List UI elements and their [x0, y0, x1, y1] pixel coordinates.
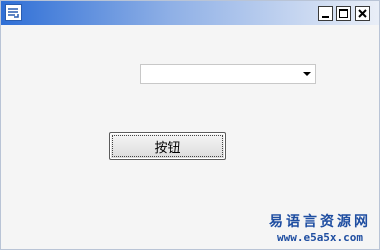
- action-button[interactable]: 按钮: [109, 132, 226, 160]
- app-window: 按钮 易语言资源网 www.e5a5x.com: [0, 0, 380, 250]
- dropdown-combobox[interactable]: [140, 64, 316, 84]
- watermark-title: 易语言资源网: [269, 214, 371, 230]
- close-button[interactable]: [355, 6, 370, 21]
- minimize-button[interactable]: [318, 6, 333, 21]
- action-button-label: 按钮: [154, 140, 181, 156]
- title-bar[interactable]: [1, 1, 379, 25]
- watermark-url: www.e5a5x.com: [276, 231, 364, 244]
- maximize-button[interactable]: [336, 6, 351, 21]
- close-icon: [358, 9, 367, 18]
- app-icon: [5, 4, 22, 21]
- watermark: 易语言资源网 www.e5a5x.com: [269, 213, 371, 245]
- chevron-down-icon[interactable]: [303, 72, 311, 76]
